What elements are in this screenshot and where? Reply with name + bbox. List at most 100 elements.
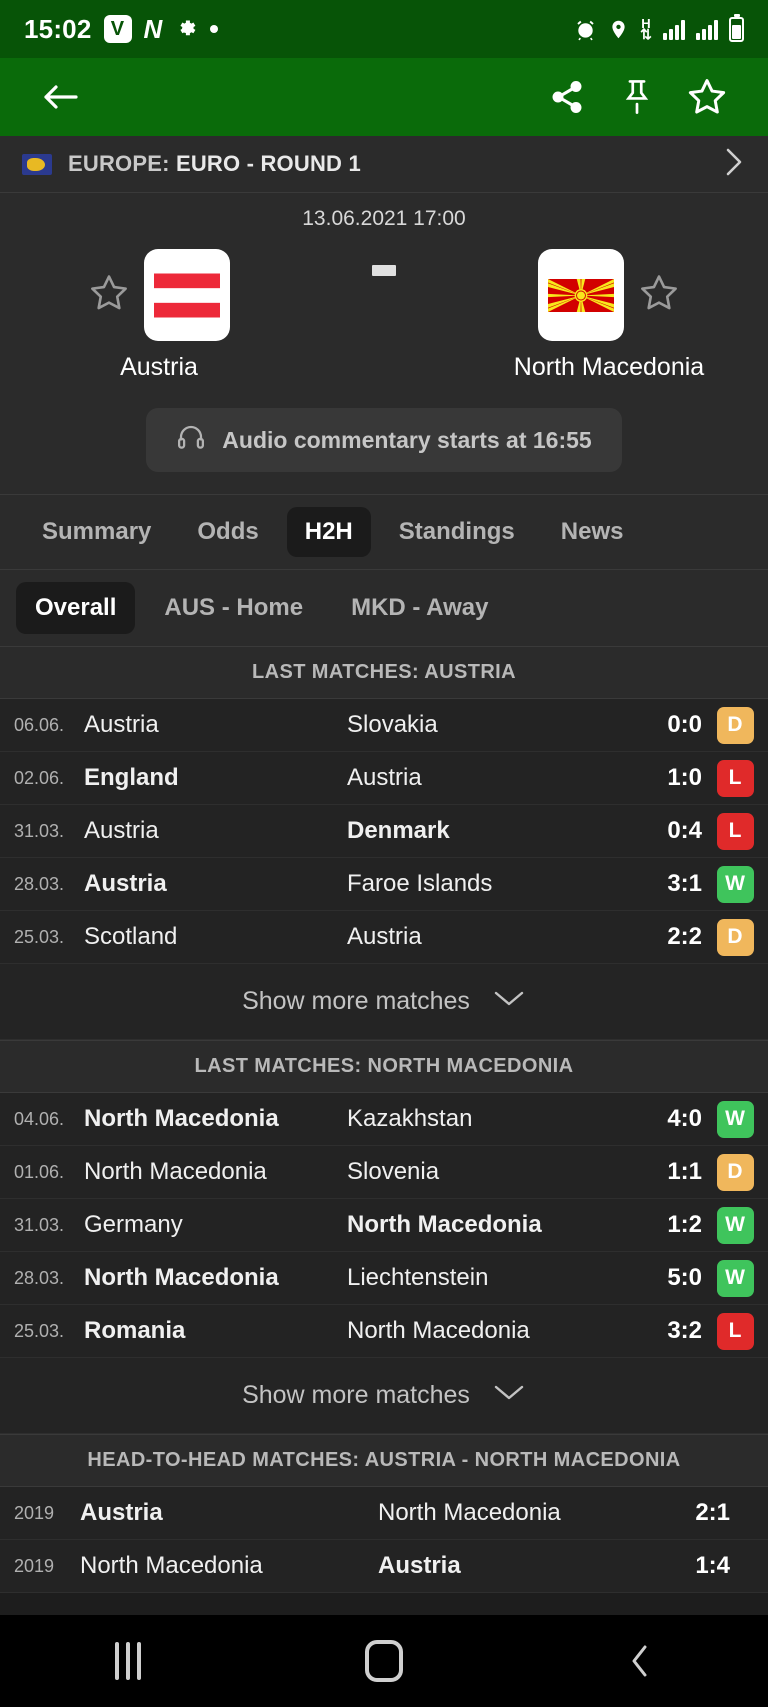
dot-icon — [210, 25, 219, 33]
match-away-team: North Macedonia — [347, 1211, 542, 1238]
match-away-team: Austria — [378, 1552, 461, 1579]
tab-standings[interactable]: Standings — [381, 507, 533, 557]
match-home-team: Scotland — [84, 923, 178, 950]
recents-glyph — [115, 1642, 141, 1680]
match-score: 1:0 — [667, 764, 702, 791]
n-app-icon: N — [143, 13, 163, 44]
status-badge: L — [716, 759, 754, 797]
home-icon[interactable] — [324, 1626, 444, 1696]
subtab-aus-home[interactable]: AUS - Home — [145, 582, 322, 634]
status-badge: W — [716, 1259, 754, 1297]
match-score: 1:4 — [695, 1552, 730, 1579]
h2h-subtabs: Overall AUS - Home MKD - Away — [0, 569, 768, 646]
section-header-austria: LAST MATCHES: AUSTRIA — [0, 646, 768, 699]
status-bar: 15:02 V N H ⇅ — [0, 0, 768, 58]
table-row[interactable]: 06.06. Austria Slovakia 0:0 D — [0, 699, 768, 752]
table-row[interactable]: 02.06. England Austria 1:0 L — [0, 752, 768, 805]
tab-h2h[interactable]: H2H — [286, 507, 371, 557]
tab-summary[interactable]: Summary — [24, 507, 169, 557]
match-header: 13.06.2021 17:00 Austria North Macedonia — [0, 193, 768, 392]
status-badge: D — [716, 1153, 754, 1191]
match-home-team: Austria — [80, 1499, 163, 1526]
gear-icon — [174, 17, 198, 41]
match-result-cell: W — [702, 1259, 768, 1297]
tab-odds[interactable]: Odds — [179, 507, 276, 557]
match-score: 0:4 — [667, 817, 702, 844]
match-away-team: Austria — [347, 923, 422, 950]
status-badge: W — [716, 1100, 754, 1138]
away-favorite-star-icon[interactable] — [638, 272, 680, 319]
status-bar-right: H ⇅ — [574, 13, 744, 42]
league-region: EUROPE: — [68, 151, 170, 176]
table-row[interactable]: 2019 Austria North Macedonia 2:1 — [0, 1487, 768, 1540]
match-home-team: England — [84, 764, 179, 791]
tab-news[interactable]: News — [543, 507, 642, 557]
match-away-team: Slovakia — [347, 711, 438, 738]
away-team-row — [538, 249, 680, 341]
away-team-crest — [538, 249, 624, 341]
show-more-matches-north-macedonia[interactable]: Show more matches — [0, 1358, 768, 1434]
show-more-label: Show more matches — [242, 987, 470, 1015]
star-icon[interactable] — [672, 62, 742, 132]
chevron-right-icon[interactable] — [720, 144, 746, 185]
recents-icon[interactable] — [68, 1626, 188, 1696]
match-score: 2:1 — [695, 1499, 730, 1526]
back-arrow-icon[interactable] — [26, 62, 96, 132]
league-header[interactable]: EUROPE: EURO - ROUND 1 — [0, 136, 768, 193]
match-home-team: Germany — [84, 1211, 183, 1238]
match-away-team: Faroe Islands — [347, 870, 493, 897]
table-row[interactable]: 01.06. North Macedonia Slovenia 1:1 D — [0, 1146, 768, 1199]
match-date: 01.06. — [14, 1161, 65, 1182]
status-badge: L — [716, 812, 754, 850]
subtab-overall[interactable]: Overall — [16, 582, 136, 634]
status-badge: W — [716, 1206, 754, 1244]
match-away-team: North Macedonia — [347, 1317, 530, 1344]
table-row[interactable]: 31.03. Germany North Macedonia 1:2 W — [0, 1199, 768, 1252]
signal-bars-2-icon — [696, 18, 718, 40]
status-badge: L — [716, 1312, 754, 1350]
table-row[interactable]: 28.03. North Macedonia Liechtenstein 5:0… — [0, 1252, 768, 1305]
away-team: North Macedonia — [494, 249, 724, 382]
match-date: 28.03. — [14, 873, 65, 894]
table-row[interactable]: 04.06. North Macedonia Kazakhstan 4:0 W — [0, 1093, 768, 1146]
status-badge: D — [716, 706, 754, 744]
home-favorite-star-icon[interactable] — [88, 272, 130, 319]
signal-bars-icon — [663, 18, 685, 40]
show-more-matches-austria[interactable]: Show more matches — [0, 964, 768, 1040]
share-icon[interactable] — [532, 62, 602, 132]
match-result-cell: W — [702, 1100, 768, 1138]
match-home-team: North Macedonia — [84, 1158, 267, 1185]
audio-commentary-row: Audio commentary starts at 16:55 — [0, 392, 768, 494]
league-title: EURO - ROUND 1 — [175, 151, 361, 176]
away-team-name: North Macedonia — [513, 353, 705, 381]
match-score: 5:0 — [667, 1264, 702, 1291]
audio-commentary-pill[interactable]: Audio commentary starts at 16:55 — [146, 408, 622, 472]
table-row[interactable]: 25.03. Romania North Macedonia 3:2 L — [0, 1305, 768, 1358]
match-result-cell: W — [702, 865, 768, 903]
match-date: 2019 — [14, 1502, 55, 1523]
subtab-mkd-away[interactable]: MKD - Away — [332, 582, 507, 634]
match-result-cell: D — [702, 706, 768, 744]
match-home-team: Romania — [84, 1317, 186, 1344]
status-badge: W — [716, 865, 754, 903]
status-bar-left: 15:02 V N — [24, 13, 219, 45]
section-header-head-to-head: HEAD-TO-HEAD MATCHES: AUSTRIA - NORTH MA… — [0, 1434, 768, 1487]
match-result-cell: D — [702, 1153, 768, 1191]
pin-icon[interactable] — [602, 62, 672, 132]
table-row[interactable]: 25.03. Scotland Austria 2:2 D — [0, 911, 768, 964]
match-result-cell: D — [702, 918, 768, 956]
table-row[interactable]: 28.03. Austria Faroe Islands 3:1 W — [0, 858, 768, 911]
table-row[interactable]: 2019 North Macedonia Austria 1:4 — [0, 1540, 768, 1593]
nav-back-icon[interactable] — [580, 1626, 700, 1696]
system-navigation-bar — [0, 1615, 768, 1707]
match-score: 1:1 — [667, 1158, 702, 1185]
match-home-team: North Macedonia — [84, 1264, 279, 1291]
match-result-cell: L — [702, 759, 768, 797]
teams-row: Austria North Macedonia — [0, 249, 768, 382]
h2h-content[interactable]: LAST MATCHES: AUSTRIA 06.06. Austria Slo… — [0, 646, 768, 1615]
section-header-north-macedonia: LAST MATCHES: NORTH MACEDONIA — [0, 1040, 768, 1093]
table-row[interactable]: 31.03. Austria Denmark 0:4 L — [0, 805, 768, 858]
match-result-cell: L — [702, 812, 768, 850]
match-date: 25.03. — [14, 1320, 65, 1341]
match-score: 3:2 — [667, 1317, 702, 1344]
